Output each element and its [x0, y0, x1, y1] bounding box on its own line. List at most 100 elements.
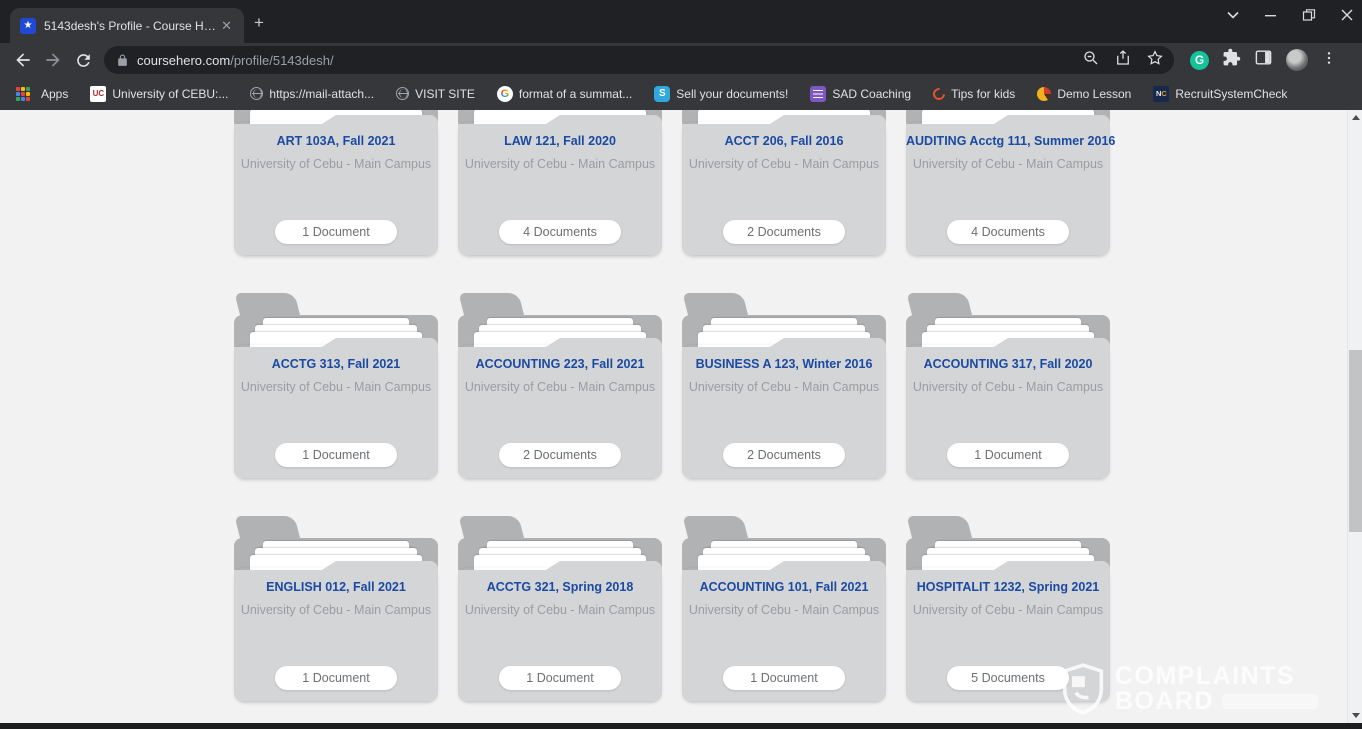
course-title[interactable]: ACCOUNTING 317, Fall 2020 [906, 357, 1110, 371]
minimize-button[interactable] [1264, 8, 1278, 22]
course-school: University of Cebu - Main Campus [682, 603, 886, 617]
extensions-puzzle-icon[interactable] [1222, 48, 1241, 72]
document-count-badge[interactable]: 1 Document [723, 666, 845, 690]
bookmark-label: VISIT SITE [415, 87, 475, 101]
close-window-button[interactable] [1340, 8, 1354, 22]
scrollbar-down-arrow[interactable] [1348, 708, 1362, 723]
document-count-badge[interactable]: 1 Document [275, 666, 397, 690]
bookmark-star-icon[interactable] [1146, 49, 1164, 72]
course-title[interactable]: ACCTG 313, Fall 2021 [234, 357, 438, 371]
browser-menu-kebab-icon[interactable] [1321, 49, 1337, 72]
document-count-badge[interactable]: 4 Documents [947, 220, 1069, 244]
course-title[interactable]: ART 103A, Fall 2021 [234, 134, 438, 148]
document-count-badge[interactable]: 1 Document [499, 666, 621, 690]
browser-tab[interactable]: ★ 5143desh's Profile - Course Hero ✕ [10, 8, 244, 43]
course-title[interactable]: ACCOUNTING 223, Fall 2021 [458, 357, 662, 371]
tab-close-icon[interactable]: ✕ [217, 16, 236, 36]
course-title[interactable]: BUSINESS A 123, Winter 2016 [682, 357, 886, 371]
course-folder-card[interactable]: BUSINESS A 123, Winter 2016 University o… [682, 293, 886, 478]
restore-button[interactable] [1302, 8, 1316, 22]
back-button[interactable] [8, 46, 38, 74]
scrollbar-thumb[interactable] [1349, 350, 1362, 532]
course-title[interactable]: ENGLISH 012, Fall 2021 [234, 580, 438, 594]
browser-window: ★ 5143desh's Profile - Course Hero ✕ + [0, 0, 1362, 729]
ring-red-favicon-icon [931, 85, 948, 102]
course-folder-card[interactable]: LAW 121, Fall 2020 University of Cebu - … [458, 110, 662, 255]
document-count-badge[interactable]: 1 Document [275, 443, 397, 467]
course-folder-card[interactable]: AUDITING Acctg 111, Summer 2016 Universi… [906, 110, 1110, 255]
document-count-badge[interactable]: 5 Documents [947, 666, 1069, 690]
course-school: University of Cebu - Main Campus [906, 603, 1110, 617]
document-count-badge[interactable]: 2 Documents [499, 443, 621, 467]
address-bar[interactable]: coursehero.com/profile/5143desh/ [104, 46, 1174, 74]
zoom-indicator-icon[interactable] [1082, 49, 1100, 72]
bookmark-label: Demo Lesson [1057, 87, 1131, 101]
bookmark-label: SAD Coaching [832, 87, 911, 101]
course-title[interactable]: LAW 121, Fall 2020 [458, 134, 662, 148]
document-count-badge[interactable]: 1 Document [947, 443, 1069, 467]
bookmark-label: Apps [41, 87, 68, 101]
bookmarks-bar: Apps UC University of CEBU:... https://m… [0, 77, 1362, 110]
bookmark-item[interactable]: Tips for kids [924, 84, 1024, 104]
ball-orange-favicon-icon [1037, 87, 1051, 101]
bookmark-item[interactable]: Apps [10, 83, 77, 105]
page-content: ART 103A, Fall 2021 University of Cebu -… [0, 110, 1362, 723]
tab-search-chevron-icon[interactable] [1226, 8, 1240, 22]
course-folder-card[interactable]: ACCOUNTING 101, Fall 2021 University of … [682, 516, 886, 701]
course-school: University of Cebu - Main Campus [906, 157, 1110, 171]
bookmark-item[interactable]: VISIT SITE [387, 84, 484, 104]
side-panel-icon[interactable] [1254, 48, 1273, 72]
bookmark-item[interactable]: S Sell your documents! [645, 83, 797, 105]
course-school: University of Cebu - Main Campus [682, 157, 886, 171]
bookmark-item[interactable]: https://mail-attach... [241, 84, 383, 104]
course-title[interactable]: AUDITING Acctg 111, Summer 2016 [906, 134, 1110, 148]
course-hero-favicon-star-icon: ★ [20, 18, 36, 34]
bookmark-label: Tips for kids [951, 87, 1015, 101]
course-title[interactable]: HOSPITALIT 1232, Spring 2021 [906, 580, 1110, 594]
course-school: University of Cebu - Main Campus [458, 380, 662, 394]
document-count-badge[interactable]: 2 Documents [723, 220, 845, 244]
course-folder-card[interactable]: ACCT 206, Fall 2016 University of Cebu -… [682, 110, 886, 255]
bookmark-item[interactable]: NC RecruitSystemCheck [1144, 83, 1296, 105]
url-domain: coursehero.com [137, 53, 230, 68]
new-tab-button[interactable]: + [244, 9, 274, 37]
profile-avatar[interactable] [1286, 49, 1308, 71]
document-count-badge[interactable]: 4 Documents [499, 220, 621, 244]
reload-button[interactable] [68, 46, 98, 74]
course-folder-card[interactable]: ACCTG 321, Spring 2018 University of Ceb… [458, 516, 662, 701]
course-folder-card[interactable]: ART 103A, Fall 2021 University of Cebu -… [234, 110, 438, 255]
document-count-badge[interactable]: 1 Document [275, 220, 397, 244]
course-folder-card[interactable]: ACCOUNTING 223, Fall 2021 University of … [458, 293, 662, 478]
forward-button[interactable] [38, 46, 68, 74]
course-title[interactable]: ACCOUNTING 101, Fall 2021 [682, 580, 886, 594]
google-g-favicon-icon: G [497, 86, 513, 102]
course-folder-grid: ART 103A, Fall 2021 University of Cebu -… [234, 110, 1110, 701]
course-folder-card[interactable]: ACCOUNTING 317, Fall 2020 University of … [906, 293, 1110, 478]
globe-favicon-icon [250, 87, 263, 100]
scrollbar-up-arrow[interactable] [1348, 110, 1362, 125]
complaintsboard-watermark: COMPLAINTS BOARD [1061, 663, 1318, 715]
bookmark-item[interactable]: SAD Coaching [801, 83, 920, 105]
apps-grid-favicon-icon [19, 86, 35, 102]
course-folder-card[interactable]: ENGLISH 012, Fall 2021 University of Ceb… [234, 516, 438, 701]
s-badge-favicon-icon: S [654, 86, 670, 102]
watermark-line2: BOARD [1115, 689, 1214, 714]
bookmark-label: Sell your documents! [676, 87, 788, 101]
share-icon[interactable] [1114, 49, 1132, 72]
course-title[interactable]: ACCT 206, Fall 2016 [682, 134, 886, 148]
course-school: University of Cebu - Main Campus [234, 603, 438, 617]
course-school: University of Cebu - Main Campus [234, 380, 438, 394]
course-folder-card[interactable]: ACCTG 313, Fall 2021 University of Cebu … [234, 293, 438, 478]
bookmark-item[interactable]: Demo Lesson [1028, 84, 1140, 104]
lock-icon [116, 53, 129, 68]
document-count-badge[interactable]: 2 Documents [723, 443, 845, 467]
bookmark-item[interactable]: G format of a summat... [488, 83, 641, 105]
grammarly-extension-icon[interactable]: G [1190, 51, 1209, 70]
list-purple-favicon-icon [810, 86, 826, 102]
bookmark-item[interactable]: UC University of CEBU:... [81, 83, 237, 105]
vertical-scrollbar[interactable] [1347, 110, 1362, 723]
watermark-line1: COMPLAINTS [1115, 664, 1318, 689]
course-title[interactable]: ACCTG 321, Spring 2018 [458, 580, 662, 594]
window-bottom-edge [0, 723, 1362, 729]
url-path: /profile/5143desh/ [230, 53, 333, 68]
